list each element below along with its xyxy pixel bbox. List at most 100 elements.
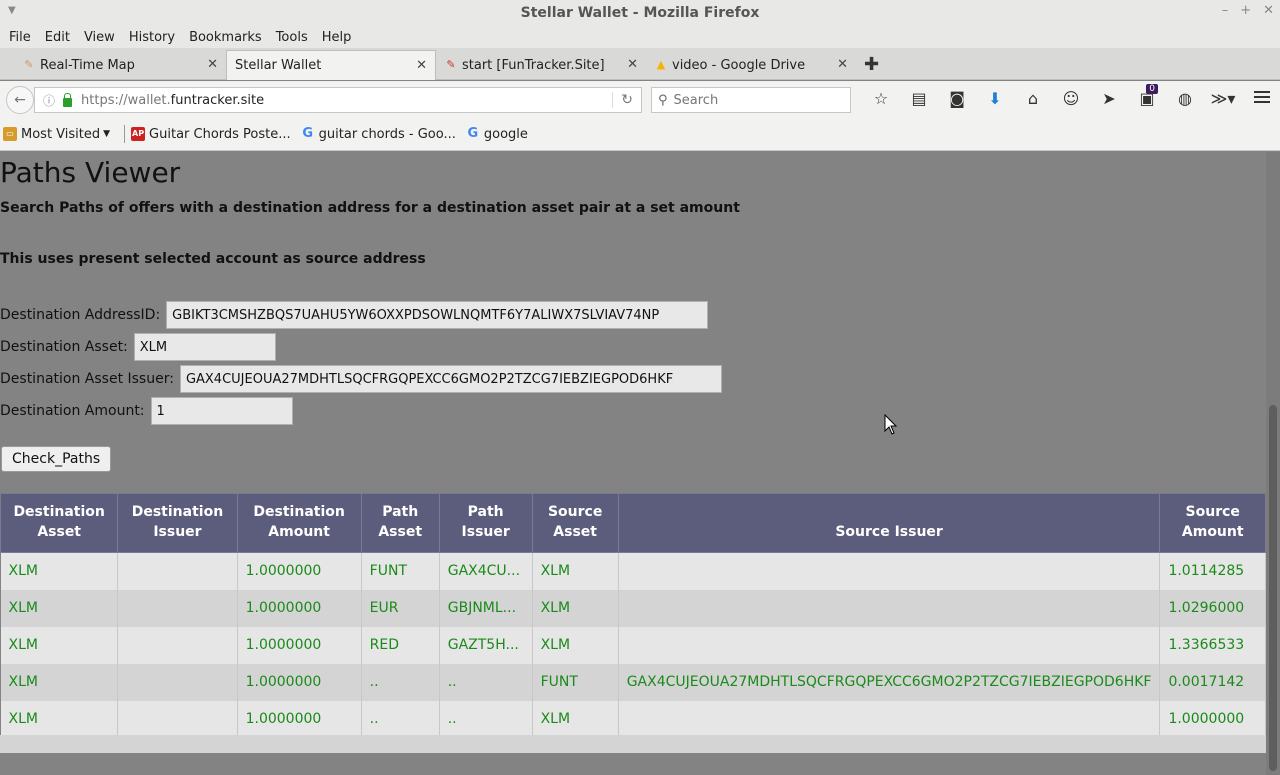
table-cell (618, 552, 1161, 590)
dest-asset-label: Destination Asset: (0, 339, 128, 355)
table-row: XLM 1.0000000 EUR GBJNML... XLM 1.029600… (0, 589, 1266, 627)
info-icon[interactable]: ⓘ (43, 92, 55, 109)
bookmark-label: Most Visited (21, 126, 101, 142)
table-cell: XLM (0, 700, 119, 738)
new-tab-icon[interactable]: ✚ (864, 54, 879, 75)
search-input[interactable] (673, 92, 834, 108)
window-menu-icon[interactable]: ▼ (8, 5, 16, 16)
google-drive-icon: ▲ (656, 58, 666, 71)
table-cell (117, 700, 238, 738)
page-title: Paths Viewer (0, 156, 181, 189)
minimize-icon[interactable]: – (1222, 3, 1229, 18)
dropdown-arrow-icon: ▼ (103, 129, 111, 139)
col-header-path-asset: Path Asset (360, 493, 440, 553)
bookmark-star-icon[interactable]: ☆ (862, 89, 900, 108)
search-bar[interactable]: ⚲ (651, 87, 851, 113)
url-bar[interactable]: ⓘ https://wallet.funtracker.site ↻ (34, 87, 642, 113)
menu-file[interactable]: File (2, 30, 38, 45)
tab-label: Stellar Wallet (235, 58, 322, 73)
scrollbar-thumb[interactable] (1269, 405, 1277, 771)
lock-icon (63, 92, 73, 107)
table-cell: 1.0000000 (237, 552, 362, 590)
vertical-scrollbar[interactable] (1266, 152, 1280, 775)
dest-address-input[interactable] (166, 301, 709, 329)
bookmark-label: guitar chords - Goo... (318, 126, 456, 142)
pen-favicon-icon: ✎ (446, 58, 456, 71)
dest-asset-input[interactable] (133, 333, 276, 361)
pocket-icon[interactable]: ◙ (938, 89, 976, 108)
tab-real-time-map[interactable]: ✎ Real-Time Map ✕ (16, 50, 226, 80)
table-cell: .. (439, 663, 533, 701)
dest-amount-input[interactable] (150, 397, 293, 425)
dest-issuer-row: Destination Asset Issuer: (0, 365, 722, 393)
maximize-icon[interactable]: + (1240, 3, 1251, 18)
table-cell: .. (439, 700, 533, 738)
check-paths-button[interactable]: Check_Paths (1, 446, 112, 472)
extension-icon[interactable]: ▣ 0 (1128, 84, 1166, 108)
table-cell: 1.0000000 (1159, 700, 1266, 738)
menu-edit[interactable]: Edit (38, 30, 77, 45)
bookmark-guitar-chords-poster[interactable]: AP Guitar Chords Poste... (131, 127, 291, 142)
dest-issuer-input[interactable] (179, 365, 722, 393)
table-cell: .. (361, 700, 440, 738)
table-cell (117, 663, 238, 701)
tab-label: Real-Time Map (40, 57, 135, 73)
tab-funtracker-start[interactable]: ✎ start [FunTracker.Site] ✕ (438, 50, 646, 80)
close-tab-icon[interactable]: ✕ (627, 57, 638, 72)
dest-issuer-label: Destination Asset Issuer: (0, 371, 174, 387)
table-cell: 1.0000000 (237, 589, 362, 627)
table-cell: GBJNML... (439, 589, 533, 627)
send-icon[interactable]: ➤ (1090, 89, 1128, 108)
table-cell: 1.0114285 (1159, 552, 1266, 590)
bookmark-label: Guitar Chords Poste... (149, 126, 291, 142)
table-cell (117, 626, 238, 664)
table-cell: GAX4CUJEOUA27MDHTLSQCFRGQPEXCC6GMO2P2TZC… (618, 663, 1161, 701)
home-icon[interactable]: ⌂ (1014, 89, 1052, 108)
table-cell: XLM (0, 663, 119, 701)
col-header-source-issuer: Source Issuer (617, 493, 1161, 553)
menu-history[interactable]: History (122, 30, 182, 45)
menu-help[interactable]: Help (315, 30, 359, 45)
menu-tools[interactable]: Tools (269, 30, 315, 45)
url-text[interactable]: https://wallet.funtracker.site (81, 93, 264, 108)
table-cell (117, 552, 238, 590)
table-footer-strip (0, 735, 1266, 753)
table-cell: .. (361, 663, 440, 701)
extension-badge: 0 (1146, 84, 1158, 94)
google-icon: G (467, 126, 479, 141)
google-icon: G (302, 126, 313, 141)
menu-bookmarks[interactable]: Bookmarks (182, 30, 269, 45)
download-icon[interactable]: ⬇ (976, 89, 1014, 108)
table-cell (618, 626, 1161, 664)
chat-icon[interactable]: ☺ (1052, 89, 1090, 108)
bookmark-most-visited[interactable]: ▭ Most Visited ▼ (3, 127, 110, 142)
table-cell: XLM (0, 552, 119, 590)
table-cell: 1.0296000 (1159, 589, 1266, 627)
bookmark-guitar-chords-google[interactable]: G guitar chords - Goo... (301, 127, 456, 142)
col-header-destination-amount: Destination Amount (236, 493, 362, 553)
table-cell: 0.0017142 (1159, 663, 1266, 701)
tab-stellar-wallet[interactable]: Stellar Wallet ✕ (226, 50, 436, 80)
reader-list-icon[interactable]: ▤ (900, 89, 938, 108)
close-tab-icon[interactable]: ✕ (837, 57, 848, 72)
close-window-icon[interactable]: ✕ (1263, 3, 1274, 18)
table-cell: GAX4CU... (439, 552, 533, 590)
table-cell: XLM (0, 589, 119, 627)
menu-view[interactable]: View (77, 30, 122, 45)
page-content: Paths Viewer Search Paths of offers with… (0, 152, 1266, 775)
table-cell: XLM (532, 589, 619, 627)
tab-google-drive[interactable]: ▲ video - Google Drive ✕ (648, 50, 856, 80)
map-favicon-icon: ✎ (24, 58, 34, 71)
bookmark-google[interactable]: G google (466, 127, 528, 142)
table-row: XLM 1.0000000 FUNT GAX4CU... XLM 1.01142… (0, 552, 1266, 590)
close-tab-icon[interactable]: ✕ (416, 58, 427, 73)
hamburger-menu-icon[interactable] (1254, 91, 1270, 106)
reload-icon[interactable]: ↻ (612, 92, 633, 108)
overflow-icon[interactable]: ≫▾ (1204, 89, 1242, 108)
mouse-cursor-icon (884, 414, 898, 435)
bookmark-separator (124, 125, 126, 143)
close-tab-icon[interactable]: ✕ (207, 57, 218, 72)
table-cell: XLM (0, 626, 119, 664)
globe-icon[interactable]: ◍ (1166, 89, 1204, 108)
back-arrow-icon[interactable]: ← (6, 86, 34, 114)
